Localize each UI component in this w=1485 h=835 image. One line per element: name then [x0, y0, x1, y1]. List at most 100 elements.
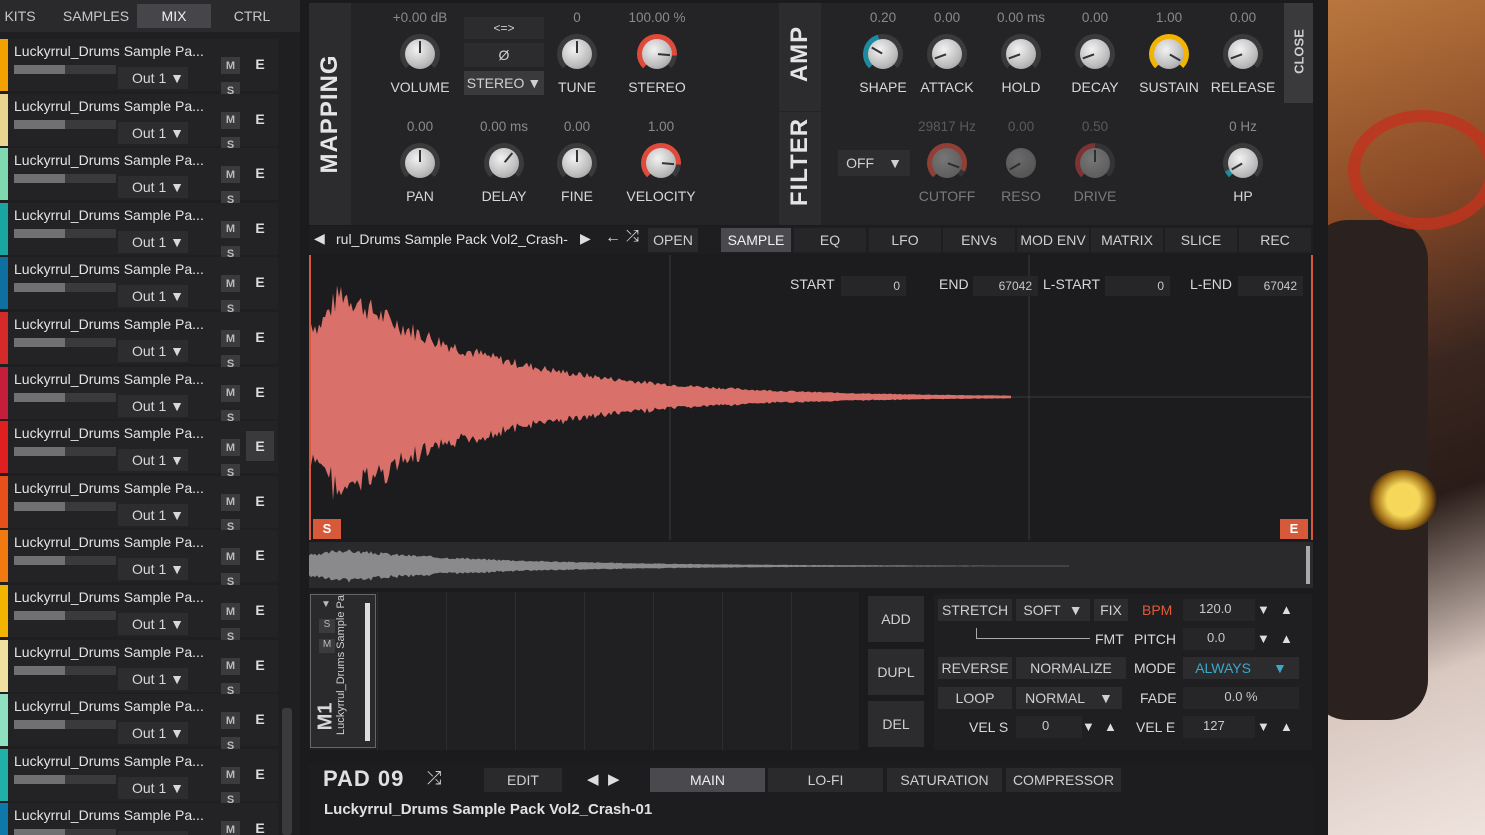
edit-button[interactable]: EDIT [484, 768, 562, 792]
channel-mute-button[interactable]: M [221, 439, 240, 457]
pitch-down-icon[interactable]: ▼ [1257, 631, 1270, 646]
pad-strip-m1[interactable]: ▼ S M M1 Luckyrrul_Drums Sample Pa [310, 594, 376, 748]
channel-volume-fader[interactable] [14, 556, 116, 566]
channel-edit-button[interactable]: E [246, 759, 274, 789]
channel-mute-button[interactable]: M [221, 657, 240, 675]
channel-row[interactable]: Luckyrrul_Drums Sample Pa...Out 1 ▼MSE [0, 475, 278, 536]
release-knob[interactable] [1223, 34, 1263, 74]
tab-rec[interactable]: REC [1239, 228, 1311, 252]
velocity-knob[interactable] [641, 143, 681, 183]
channel-output-dropdown[interactable]: Out 1 ▼ [118, 503, 188, 526]
channel-row[interactable]: Luckyrrul_Drums Sample Pa...Out 1 ▼MSE [0, 257, 278, 318]
tab-saturation[interactable]: SATURATION [887, 768, 1002, 792]
undo-arrow-icon[interactable]: ← [605, 229, 621, 247]
next-sample-icon[interactable]: ▶ [580, 230, 591, 247]
channel-edit-button[interactable]: E [246, 486, 274, 516]
vel-end-up-icon[interactable]: ▲ [1280, 719, 1293, 734]
channel-output-dropdown[interactable]: Out 1 ▼ [118, 831, 188, 835]
channel-output-dropdown[interactable]: Out 1 ▼ [118, 176, 188, 199]
channel-edit-button[interactable]: E [246, 813, 274, 835]
tab-kits[interactable]: KITS [0, 4, 40, 28]
waveform-view[interactable] [309, 255, 1313, 540]
play-icon[interactable]: ▼ [321, 599, 331, 610]
channel-edit-button[interactable]: E [246, 213, 274, 243]
channel-row[interactable]: Luckyrrul_Drums Sample Pa...Out 1 ▼MSE [0, 421, 278, 482]
tab-samples[interactable]: SAMPLES [56, 4, 136, 28]
phase-invert-button[interactable]: Ø [464, 43, 544, 67]
channel-row[interactable]: Luckyrrul_Drums Sample Pa...Out 1 ▼MSE [0, 530, 278, 591]
channel-row[interactable]: Luckyrrul_Drums Sample Pa...Out 1 ▼MSE [0, 202, 278, 263]
attack-knob[interactable] [927, 34, 967, 74]
channel-output-dropdown[interactable]: Out 1 ▼ [118, 449, 188, 472]
vel-start-down-icon[interactable]: ▼ [1082, 719, 1095, 734]
mode-dropdown[interactable]: ALWAYS ▼ [1183, 657, 1299, 679]
duplicate-button[interactable]: DUPL [868, 649, 924, 695]
vel-start-field[interactable]: 0 [1016, 716, 1082, 738]
channel-mute-button[interactable]: M [221, 548, 240, 566]
start-marker-flag[interactable]: S [313, 519, 341, 539]
tab-ctrl[interactable]: CTRL [216, 4, 288, 28]
vel-end-field[interactable]: 127 [1183, 716, 1255, 738]
bpm-field[interactable]: 120.0 [1183, 599, 1255, 621]
loop-button[interactable]: LOOP [938, 687, 1012, 709]
pan-knob[interactable] [400, 143, 440, 183]
channel-volume-fader[interactable] [14, 665, 116, 675]
shuffle-icon[interactable]: ⤮ [626, 228, 639, 246]
tab-lfo[interactable]: LFO [869, 228, 941, 252]
fine-knob[interactable] [557, 143, 597, 183]
pitch-up-icon[interactable]: ▲ [1280, 631, 1293, 646]
channel-output-dropdown[interactable]: Out 1 ▼ [118, 667, 188, 690]
channel-edit-button[interactable]: E [246, 377, 274, 407]
channel-mute-button[interactable]: M [221, 166, 240, 184]
hp-knob[interactable] [1223, 143, 1263, 183]
channel-edit-button[interactable]: E [246, 595, 274, 625]
delete-button[interactable]: DEL [868, 701, 924, 747]
normalize-button[interactable]: NORMALIZE [1016, 657, 1126, 679]
channel-mute-button[interactable]: M [221, 384, 240, 402]
prev-pad-icon[interactable]: ◀ [587, 770, 599, 788]
channel-row[interactable]: Luckyrrul_Drums Sample Pa...Out 1 ▼MSE [0, 93, 278, 154]
channel-row[interactable]: Luckyrrul_Drums Sample Pa...Out 1 ▼MSE [0, 639, 278, 700]
channel-output-dropdown[interactable]: Out 1 ▼ [118, 776, 188, 799]
channel-mute-button[interactable]: M [221, 603, 240, 620]
channel-output-dropdown[interactable]: Out 1 ▼ [118, 285, 188, 308]
reverse-button[interactable]: REVERSE [938, 657, 1012, 679]
channel-mute-button[interactable]: M [221, 330, 240, 347]
tab-mix[interactable]: MIX [137, 4, 211, 28]
filter-mode-dropdown[interactable]: OFF ▼ [838, 150, 910, 176]
shape-knob[interactable] [863, 34, 903, 74]
channel-output-dropdown[interactable]: Out 1 ▼ [118, 121, 188, 144]
channel-output-dropdown[interactable]: Out 1 ▼ [118, 230, 188, 253]
channel-edit-button[interactable]: E [246, 704, 274, 734]
channel-volume-fader[interactable] [14, 501, 116, 511]
fade-field[interactable]: 0.0 % [1183, 687, 1299, 709]
channel-volume-fader[interactable] [14, 611, 116, 620]
overview-end-handle[interactable] [1306, 546, 1310, 584]
channel-output-dropdown[interactable]: Out 1 ▼ [118, 340, 188, 362]
channel-mute-button[interactable]: M [221, 275, 240, 293]
channel-edit-button[interactable]: E [246, 267, 274, 297]
open-button[interactable]: OPEN [648, 228, 698, 252]
tab-lo-fi[interactable]: LO-FI [768, 768, 883, 792]
sustain-knob[interactable] [1149, 34, 1189, 74]
tune-knob[interactable] [557, 34, 597, 74]
end-field[interactable]: 67042 [973, 276, 1038, 296]
channel-volume-fader[interactable] [14, 392, 116, 402]
stretch-button[interactable]: STRETCH [938, 599, 1012, 621]
cutoff-knob[interactable] [927, 143, 967, 183]
channel-volume-fader[interactable] [14, 338, 116, 347]
channel-row[interactable]: Luckyrrul_Drums Sample Pa...Out 1 ▼MSE [0, 585, 278, 645]
next-pad-icon[interactable]: ▶ [608, 770, 620, 788]
loop-end-field[interactable]: 67042 [1238, 276, 1303, 296]
tab-mod-env[interactable]: MOD ENV [1017, 228, 1089, 252]
decay-knob[interactable] [1075, 34, 1115, 74]
channel-edit-button[interactable]: E [246, 158, 274, 188]
tab-matrix[interactable]: MATRIX [1091, 228, 1163, 252]
pad-strip-solo[interactable]: S [319, 619, 335, 633]
channel-row[interactable]: Luckyrrul_Drums Sample Pa...Out 1 ▼MSE [0, 748, 278, 809]
start-field[interactable]: 0 [841, 276, 906, 296]
delay-knob[interactable] [484, 143, 524, 183]
tab-compressor[interactable]: COMPRESSOR [1006, 768, 1121, 792]
channel-mute-button[interactable]: M [221, 712, 240, 730]
tab-sample[interactable]: SAMPLE [721, 228, 791, 252]
